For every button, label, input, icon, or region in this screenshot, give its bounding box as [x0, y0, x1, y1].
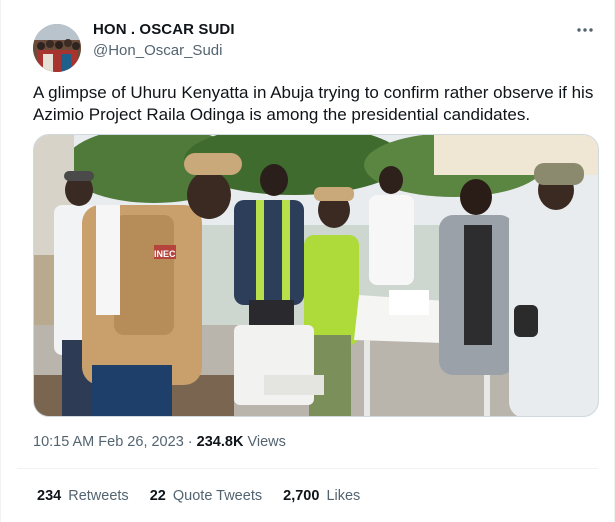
quote-tweets-stat[interactable]: 22 Quote Tweets	[150, 488, 262, 504]
vest-logo-text: INEC	[154, 249, 176, 259]
more-options-button[interactable]	[574, 22, 596, 38]
retweets-label: Retweets	[68, 488, 129, 504]
tweet-date[interactable]: Feb 26, 2023	[98, 434, 183, 450]
engagement-stats: 234 Retweets 22 Quote Tweets 2,700 Likes	[37, 488, 377, 504]
likes-stat[interactable]: 2,700 Likes	[283, 488, 360, 504]
retweets-stat[interactable]: 234 Retweets	[37, 488, 129, 504]
author-handle[interactable]: @Hon_Oscar_Sudi	[93, 42, 222, 59]
tweet-photo[interactable]: INEC	[33, 134, 599, 417]
ellipsis-icon	[577, 28, 593, 32]
views-label: Views	[247, 434, 286, 450]
election-scene-photo: INEC	[34, 135, 598, 416]
likes-count: 2,700	[283, 488, 320, 504]
author-avatar[interactable]	[33, 24, 81, 72]
author-name[interactable]: HON . OSCAR SUDI	[93, 21, 235, 38]
quote-tweets-label: Quote Tweets	[172, 488, 263, 504]
likes-label: Likes	[326, 488, 361, 504]
tweet-card: HON . OSCAR SUDI @Hon_Oscar_Sudi A glimp…	[0, 0, 615, 522]
retweets-count: 234	[37, 488, 62, 504]
crowd-photo-avatar-icon	[33, 24, 81, 72]
meta-separator: ·	[187, 434, 193, 450]
quote-tweets-count: 22	[149, 488, 166, 504]
divider	[17, 468, 598, 469]
tweet-meta: 10:15 AM · Feb 26, 2023 · 234.8K Views	[33, 434, 286, 450]
views-count: 234.8K	[196, 434, 244, 450]
tweet-time[interactable]: 10:15 AM	[33, 434, 94, 450]
tweet-text: A glimpse of Uhuru Kenyatta in Abuja try…	[33, 83, 594, 124]
